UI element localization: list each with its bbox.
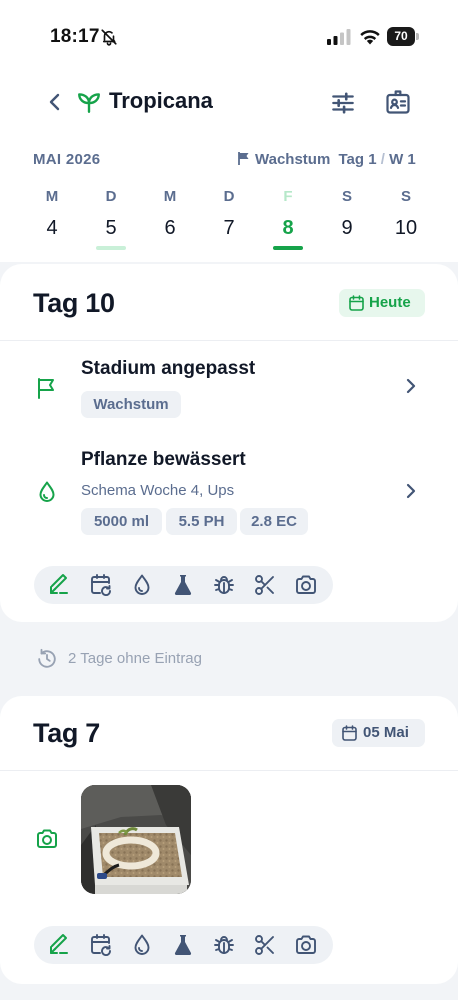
plant-id-card-button[interactable] (384, 88, 412, 116)
day-friday-selected[interactable]: F 8 (263, 186, 313, 250)
stage-name: Wachstum (255, 151, 331, 168)
stage-day: Tag 1 (338, 151, 377, 168)
water-drop-icon (39, 481, 55, 502)
status-time: 18:17 (50, 26, 100, 47)
day-wednesday[interactable]: M 6 (145, 186, 195, 250)
stage-chip: Wachstum (81, 391, 181, 418)
gap-note-text: 2 Tage ohne Eintrag (68, 650, 202, 667)
cell-signal-icon (327, 29, 351, 45)
camera-icon (37, 829, 57, 848)
chevron-right-icon (406, 483, 416, 499)
day-tuesday[interactable]: D 5 (86, 186, 136, 250)
edit-note-icon[interactable] (47, 933, 71, 957)
month-label: MAI 2026 (33, 151, 101, 168)
day-thursday[interactable]: D 7 (204, 186, 254, 250)
volume-chip: 5000 ml (81, 508, 162, 535)
flask-icon[interactable] (171, 573, 195, 597)
date-badge[interactable]: 05 Mai (332, 719, 425, 747)
flask-icon[interactable] (171, 933, 195, 957)
entry-marker (96, 246, 126, 250)
top-area: 18:17 70 Tropicana MAI 2026 Wachstum Tag… (0, 0, 458, 262)
day-card: Tag 7 05 Mai (0, 696, 458, 984)
scissors-icon[interactable] (253, 933, 277, 957)
stage-info: Wachstum Tag 1 / W 1 (238, 151, 416, 168)
day-saturday[interactable]: S 9 (322, 186, 372, 250)
flag-icon (38, 378, 54, 399)
edit-note-icon[interactable] (47, 573, 71, 597)
flag-icon (238, 152, 249, 165)
day-card-title: Tag 7 (33, 718, 101, 748)
scissors-icon[interactable] (253, 573, 277, 597)
day-card-title: Tag 10 (33, 288, 115, 318)
selected-day-indicator (273, 246, 303, 250)
back-button[interactable] (44, 90, 66, 114)
quick-actions-bar (34, 566, 333, 604)
chevron-right-icon (406, 378, 416, 394)
day-card-today: Tag 10 Heute Stadium angepasst Wachstum … (0, 264, 458, 622)
stage-separator: / (380, 151, 385, 168)
sprout-icon (78, 93, 100, 113)
plant-photo (81, 785, 191, 894)
battery-level: 70 (387, 27, 415, 46)
bug-icon[interactable] (212, 573, 236, 597)
day-monday[interactable]: M 4 (27, 186, 77, 250)
history-icon (38, 648, 56, 668)
page-title: Tropicana (109, 88, 213, 113)
entry-subtitle: Schema Woche 4, Ups (81, 482, 235, 499)
calendar-icon (349, 295, 364, 311)
wifi-icon (360, 30, 380, 45)
water-drop-icon[interactable] (130, 933, 154, 957)
calendar-repeat-icon[interactable] (89, 573, 113, 597)
quick-actions-bar (34, 926, 333, 964)
entry-title: Stadium angepasst (81, 358, 256, 379)
day-sunday[interactable]: S 10 (381, 186, 431, 250)
calendar-icon (342, 725, 357, 741)
today-badge[interactable]: Heute (339, 289, 425, 317)
bug-icon[interactable] (212, 933, 236, 957)
stage-week: W 1 (389, 151, 416, 168)
camera-icon[interactable] (294, 933, 318, 957)
camera-icon[interactable] (294, 573, 318, 597)
calendar-repeat-icon[interactable] (89, 933, 113, 957)
ph-chip: 5.5 PH (166, 508, 237, 535)
settings-sliders-button[interactable] (330, 90, 356, 116)
plant-photo-thumbnail[interactable] (81, 785, 191, 894)
battery-indicator: 70 (387, 27, 419, 46)
entry-title: Pflanze bewässert (81, 449, 246, 470)
water-drop-icon[interactable] (130, 573, 154, 597)
bell-muted-icon (101, 29, 117, 46)
ec-chip: 2.8 EC (240, 508, 308, 535)
